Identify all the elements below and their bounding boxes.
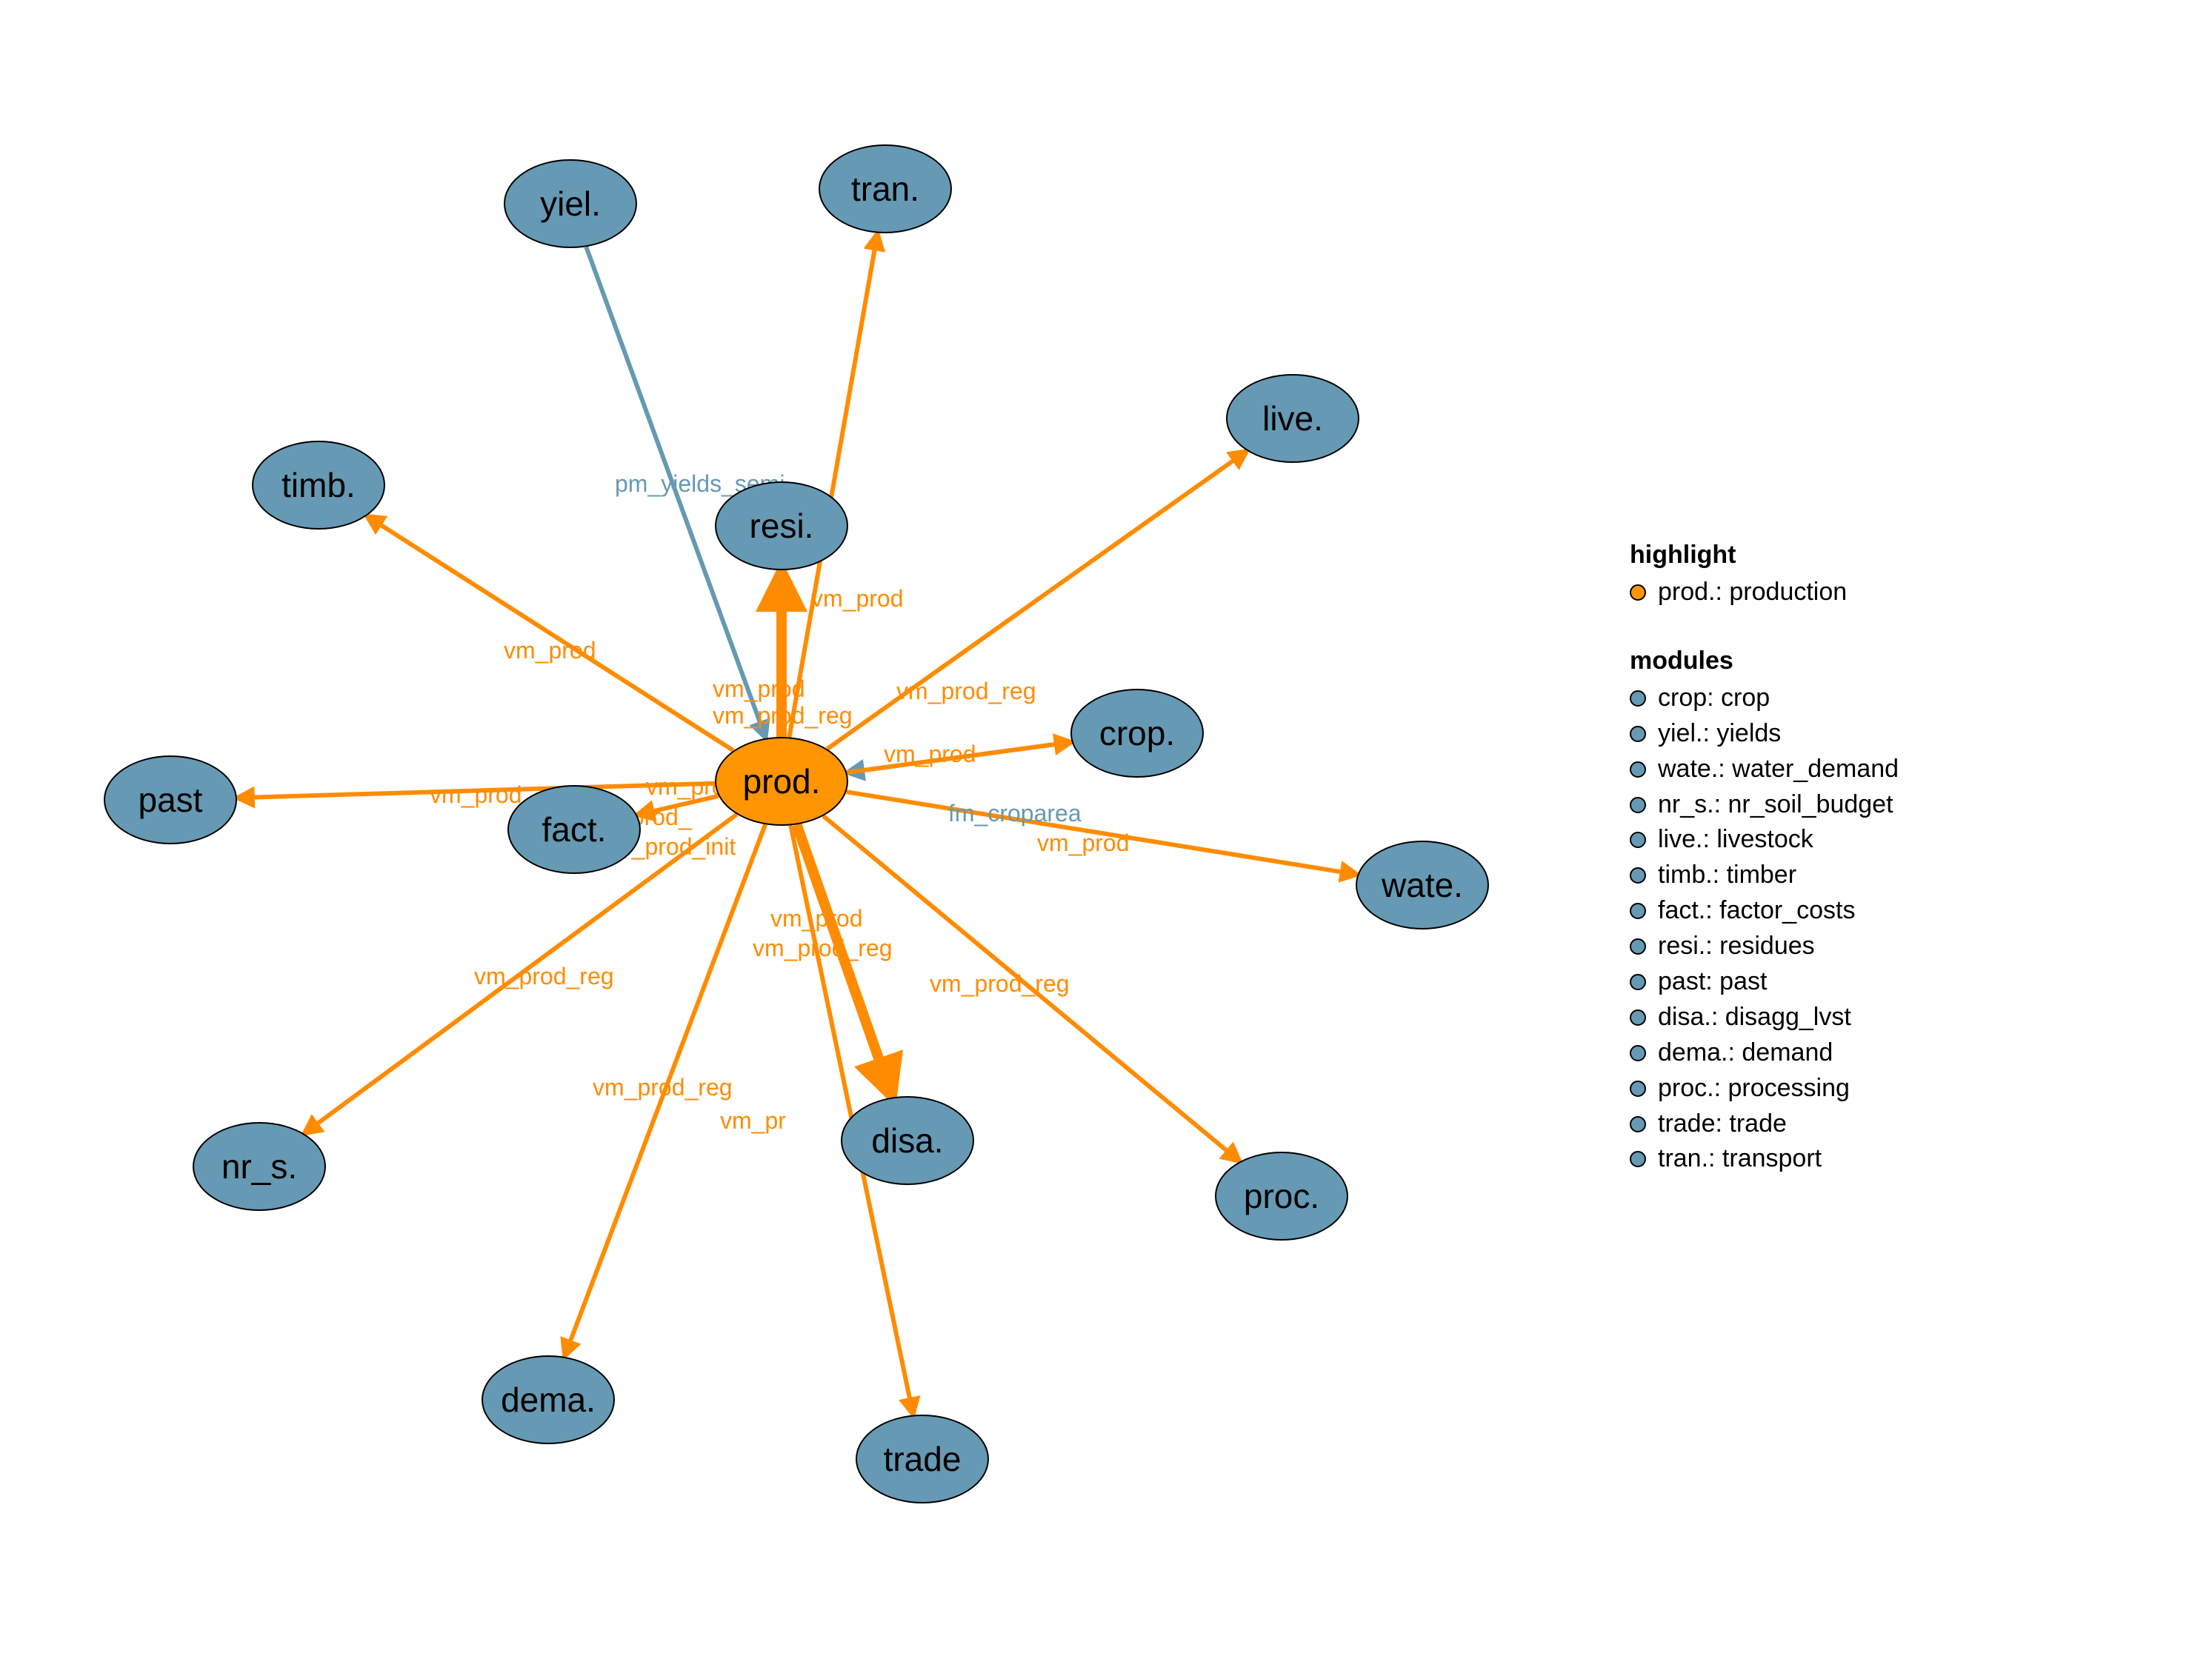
legend-item: resi.: residues [1630,929,1899,964]
legend-dot-icon [1630,1009,1646,1026]
legend-dot-icon [1630,1081,1646,1097]
edge-label-prod-timb: vm_prod [504,637,596,664]
edge-label-prod-trade: vm_pr [720,1107,786,1135]
legend-item-label: nr_s.: nr_soil_budget [1658,788,1893,822]
graph-node-dema: dema. [482,1355,615,1444]
legend-dot-icon [1630,1116,1646,1132]
legend-item-label: prod.: production [1658,575,1847,610]
legend-item-label: trade: trade [1658,1107,1787,1141]
extra-label-2: vm_pro [646,773,725,801]
legend-item: timb.: timber [1630,858,1899,892]
legend-dot-icon [1630,797,1646,813]
legend-item: disa.: disagg_lvst [1630,1001,1899,1035]
graph-node-trade: trade [856,1415,989,1503]
legend-dot-icon [1630,690,1646,707]
graph-node-fact: fact. [507,785,641,874]
legend-item: proc.: processing [1630,1072,1899,1106]
legend-item-label: resi.: residues [1658,929,1815,964]
extra-label-1: vm_prod_reg [713,702,853,730]
legend-item: tran.: transport [1630,1142,1899,1176]
graph-node-yiel: yiel. [504,159,637,248]
legend-dot-icon [1630,761,1646,778]
edge-label-prod-past: vm_prod [430,781,522,809]
edge-label-prod-disa: vm_prod [770,905,863,932]
legend-dot-icon [1630,1045,1646,1061]
legend-dot-icon [1630,903,1646,919]
legend-item: dema.: demand [1630,1036,1899,1070]
legend-item: crop: crop [1630,681,1899,715]
legend-item: yiel.: yields [1630,717,1899,751]
legend-dot-icon [1630,867,1646,884]
legend-item-label: timb.: timber [1658,858,1796,892]
graph-node-past: past [104,755,237,844]
legend-item: past: past [1630,965,1899,999]
legend-item: trade: trade [1630,1107,1899,1141]
graph-node-nr_s: nr_s. [193,1122,326,1211]
graph-node-live: live. [1226,374,1359,463]
legend-dot-icon [1630,938,1646,955]
edge-label-prod-live: vm_prod_reg [896,678,1036,705]
legend-highlight-title: highlight [1630,541,1899,570]
legend-modules-title: modules [1630,647,1899,675]
legend-item-label: wate.: water_demand [1658,752,1899,787]
graph-node-crop: crop. [1070,689,1204,778]
edge-label-prod-crop: vm_prod [884,741,976,768]
edge-label-prod-resi: vm_prod [811,585,904,612]
legend-item-label: yiel.: yields [1658,717,1781,751]
legend-dot-icon [1630,832,1646,848]
graph-node-prod: prod. [715,737,848,826]
legend-item-label: past: past [1658,965,1767,999]
legend-item: fact.: factor_costs [1630,894,1899,928]
legend-dot-icon [1630,726,1646,742]
edge-prod-timb [367,516,733,751]
legend-item: prod.: production [1630,575,1899,610]
legend-dot-icon [1630,974,1646,990]
legend-item-label: fact.: factor_costs [1658,894,1855,928]
edge-label-prod-wate: vm_prod [1037,830,1130,857]
legend-dot-icon [1630,584,1646,601]
graph-node-disa: disa. [841,1096,974,1185]
edge-label-prod-dema: vm_prod_reg [593,1074,733,1101]
legend-item-label: dema.: demand [1658,1036,1833,1070]
graph-node-timb: timb. [252,441,385,530]
legend-item: wate.: water_demand [1630,752,1899,787]
legend-item: live.: livestock [1630,823,1899,857]
legend-item-label: live.: livestock [1658,823,1813,857]
legend-panel: highlight prod.: production modules crop… [1630,541,1899,1213]
legend-item-label: proc.: processing [1658,1072,1850,1106]
edge-label-prod-proc: vm_prod_reg [930,970,1070,998]
edge-label-crop-prod: fm_croparea [948,800,1082,827]
legend-item-label: disa.: disagg_lvst [1658,1001,1851,1035]
graph-node-resi: resi. [715,481,848,570]
graph-node-wate: wate. [1356,841,1489,929]
legend-item-label: crop: crop [1658,681,1770,715]
graph-node-tran: tran. [819,144,952,233]
extra-label-0: vm_prod [713,675,805,703]
legend-dot-icon [1630,1151,1646,1167]
legend-modules-section: modules crop: cropyiel.: yieldswate.: wa… [1630,647,1899,1176]
edge-label-prod-nr_s: vm_prod_reg [474,963,614,990]
diagram-container: prod. yiel. tran. resi. live. timb. crop. past f… [0,0,1482,1555]
legend-item: nr_s.: nr_soil_budget [1630,788,1899,822]
legend-item-label: tran.: transport [1658,1142,1822,1176]
graph-node-proc: proc. [1215,1152,1348,1241]
extra-label-4: vm_prod_reg [753,935,893,962]
legend-highlight-section: highlight prod.: production [1630,541,1899,610]
